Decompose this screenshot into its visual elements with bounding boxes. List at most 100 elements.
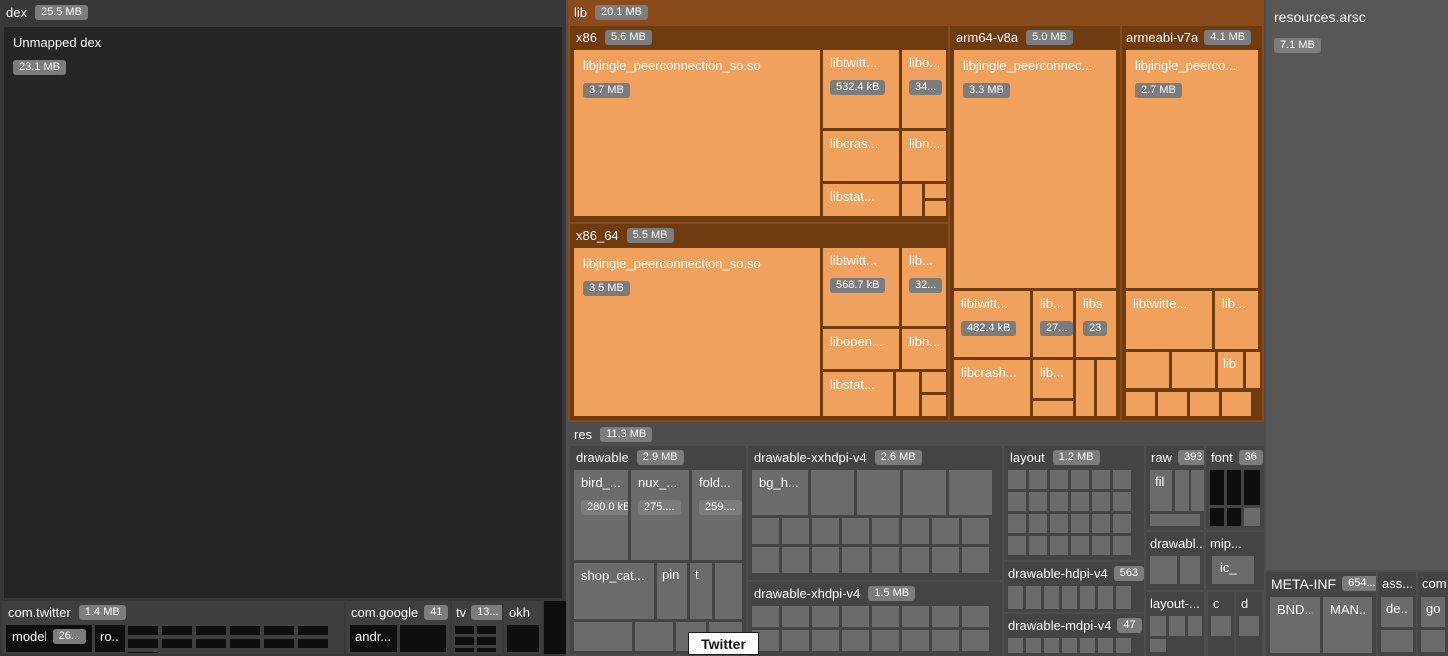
- treemap-cell[interactable]: [1071, 492, 1089, 511]
- treemap-cell[interactable]: [1150, 639, 1166, 652]
- treemap-cell[interactable]: [196, 639, 226, 648]
- treemap-cell-libn-x86-64[interactable]: libn...: [902, 329, 946, 369]
- treemap-cell[interactable]: [962, 547, 989, 573]
- treemap-cell[interactable]: [932, 547, 959, 573]
- treemap-cell[interactable]: [1050, 470, 1068, 489]
- treemap-cell[interactable]: [1172, 352, 1215, 388]
- treemap-cell[interactable]: [162, 626, 192, 635]
- treemap-cell[interactable]: [1029, 470, 1047, 489]
- group-header-layout[interactable]: layout 1.2 MB: [1004, 446, 1144, 469]
- treemap-cell[interactable]: [902, 630, 929, 651]
- treemap-cell[interactable]: [1044, 638, 1059, 653]
- treemap-cell[interactable]: [962, 630, 989, 651]
- treemap-cell[interactable]: [1050, 536, 1068, 555]
- treemap-cell[interactable]: [162, 639, 192, 648]
- group-header-meta-inf[interactable]: META-INF 654....: [1266, 572, 1376, 595]
- treemap-cell-fil[interactable]: fil: [1150, 470, 1172, 511]
- treemap-cell[interactable]: [1188, 616, 1202, 636]
- treemap-cell[interactable]: [455, 648, 474, 652]
- treemap-cell[interactable]: [1158, 392, 1187, 416]
- treemap-cell[interactable]: [1113, 536, 1131, 555]
- treemap-cell[interactable]: [1008, 586, 1023, 609]
- treemap-cell[interactable]: [811, 470, 854, 515]
- treemap-cell[interactable]: [1092, 492, 1110, 511]
- treemap-cell[interactable]: [902, 547, 929, 573]
- treemap-cell-lib-x86-64[interactable]: lib... 32...: [902, 248, 946, 326]
- treemap-cell[interactable]: [922, 395, 946, 416]
- treemap-cell-nux[interactable]: nux_... 275....: [631, 470, 689, 560]
- group-header-assets[interactable]: ass...: [1378, 572, 1416, 595]
- treemap-cell[interactable]: [812, 606, 839, 627]
- treemap-cell[interactable]: [1191, 470, 1204, 511]
- treemap-cell[interactable]: [635, 622, 673, 651]
- treemap-cell[interactable]: [1244, 508, 1260, 526]
- treemap-cell[interactable]: [872, 630, 899, 651]
- group-header-com[interactable]: com: [1418, 572, 1448, 595]
- group-header-drawable[interactable]: drawable 2.9 MB: [570, 446, 746, 469]
- treemap-cell[interactable]: [230, 626, 260, 635]
- treemap-cell[interactable]: [298, 639, 328, 648]
- treemap-cell[interactable]: [1211, 616, 1231, 636]
- treemap-cell[interactable]: [477, 626, 496, 634]
- treemap-cell[interactable]: [1097, 360, 1116, 416]
- treemap-cell[interactable]: [1076, 360, 1094, 416]
- treemap-cell-fold[interactable]: fold... 259....: [692, 470, 742, 560]
- treemap-cell[interactable]: [857, 470, 900, 515]
- group-header-dex[interactable]: dex 25.5 MB: [0, 0, 566, 24]
- treemap-cell[interactable]: [1080, 586, 1095, 609]
- treemap-cell[interactable]: [902, 518, 929, 544]
- group-header-drawabl[interactable]: drawabl...: [1146, 532, 1204, 555]
- treemap-cell-lib-armeabi[interactable]: lib...: [1215, 291, 1258, 349]
- group-header-armeabi-v7a[interactable]: armeabi-v7a 4.1 MB: [1122, 26, 1262, 49]
- treemap-cell[interactable]: [1227, 470, 1241, 505]
- group-header-x86-64[interactable]: x86_64 5.5 MB: [570, 224, 948, 247]
- treemap-cell[interactable]: [1008, 470, 1026, 489]
- treemap-cell[interactable]: [949, 470, 992, 515]
- treemap-cell[interactable]: [925, 184, 946, 198]
- group-header-okh[interactable]: okh: [504, 601, 542, 624]
- treemap-cell-lib2-armeabi[interactable]: lib: [1218, 352, 1243, 388]
- treemap-cell[interactable]: [903, 470, 946, 515]
- treemap-cell[interactable]: [1150, 556, 1177, 584]
- group-header-c[interactable]: c: [1208, 592, 1234, 615]
- treemap-cell[interactable]: [962, 518, 989, 544]
- treemap-cell[interactable]: [1116, 586, 1131, 609]
- treemap-cell[interactable]: [477, 648, 496, 652]
- treemap-cell[interactable]: [812, 630, 839, 651]
- group-header-font[interactable]: font 36: [1206, 446, 1264, 469]
- treemap-cell[interactable]: [872, 547, 899, 573]
- treemap-cell[interactable]: [1190, 392, 1219, 416]
- treemap-cell[interactable]: [872, 518, 899, 544]
- treemap-cell[interactable]: [1169, 616, 1185, 636]
- treemap-cell-libn-x86[interactable]: libn...: [902, 131, 946, 181]
- treemap-cell[interactable]: [1150, 616, 1166, 636]
- treemap-cell[interactable]: [1222, 392, 1251, 416]
- treemap-cell[interactable]: [574, 622, 632, 651]
- treemap-cell[interactable]: [922, 372, 946, 392]
- treemap-cell[interactable]: [1029, 514, 1047, 533]
- treemap-cell[interactable]: [1126, 352, 1169, 388]
- group-header-drawable-mdpi-v4[interactable]: drawable-mdpi-v4 47: [1004, 614, 1144, 637]
- treemap-cell-libs-arm64[interactable]: libs 23: [1076, 291, 1116, 357]
- treemap-cell[interactable]: [752, 518, 779, 544]
- treemap-cell-model[interactable]: model 26...: [6, 625, 92, 652]
- treemap-cell[interactable]: [1244, 470, 1260, 505]
- treemap-cell-bird[interactable]: bird_... 280.0 kB: [574, 470, 628, 560]
- group-header-com-google[interactable]: com.google 41: [346, 601, 450, 624]
- treemap-cell[interactable]: [715, 563, 742, 619]
- group-header-drawable-xxhdpi-v4[interactable]: drawable-xxhdpi-v4 2.6 MB: [748, 446, 1002, 469]
- treemap-cell[interactable]: [1026, 586, 1041, 609]
- treemap-cell-pin[interactable]: pin: [657, 563, 687, 619]
- treemap-cell[interactable]: [782, 518, 809, 544]
- treemap-cell[interactable]: [842, 518, 869, 544]
- treemap-cell-libstat-x86[interactable]: libstat...: [823, 184, 899, 216]
- treemap-cell[interactable]: [1044, 586, 1059, 609]
- treemap-cell-bnd[interactable]: BND...: [1270, 597, 1320, 653]
- treemap-cell[interactable]: [557, 601, 566, 654]
- treemap-cell-libstat-x86-64[interactable]: libstat...: [823, 372, 893, 416]
- treemap-cell[interactable]: [455, 637, 474, 645]
- treemap-cell-libopen-x86-64[interactable]: libopen...: [823, 329, 899, 369]
- treemap-cell-libjingle-armeabi[interactable]: libjingle_peerco... 2.7 MB: [1126, 50, 1258, 288]
- treemap-cell-unmapped-dex[interactable]: Unmapped dex 23.1 MB: [4, 27, 562, 598]
- treemap-cell-de[interactable]: de...: [1381, 597, 1413, 627]
